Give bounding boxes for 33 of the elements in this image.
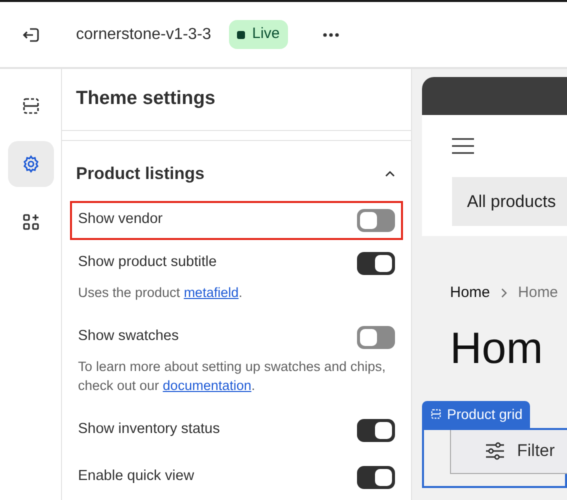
toggle-switch[interactable] <box>357 466 395 488</box>
setting-hint: Uses the product metafield. <box>78 284 244 302</box>
page-heading: Hom <box>450 322 544 374</box>
more-icon <box>322 32 340 38</box>
help-link[interactable]: documentation <box>162 378 252 392</box>
sections-icon <box>20 96 40 116</box>
setting-label: Show product subtitle <box>78 253 217 272</box>
setting-label: Show vendor <box>78 210 163 230</box>
live-badge: Live <box>229 20 288 49</box>
chevron-right-icon <box>500 288 508 298</box>
breadcrumb-link[interactable]: Home <box>518 282 558 304</box>
help-link[interactable]: metafield <box>184 284 239 300</box>
setting-label: Enable quick view <box>78 467 194 486</box>
menu-icon[interactable] <box>452 136 474 156</box>
filter-button[interactable]: Filter <box>450 430 567 474</box>
block-tag: Product grid <box>422 400 530 428</box>
toggle-switch[interactable] <box>357 326 395 348</box>
toggle-switch[interactable] <box>357 208 395 232</box>
setting-label: Show swatches <box>78 327 179 346</box>
panel-title: Theme settings <box>76 87 216 112</box>
setting-label: Show inventory status <box>78 420 220 440</box>
sidebar-tab[interactable] <box>8 141 54 187</box>
toggle-switch[interactable] <box>357 252 395 274</box>
settings-icon <box>20 154 40 174</box>
sliders-icon <box>485 441 505 461</box>
breadcrumb-link[interactable]: Home <box>450 282 490 304</box>
section-icon <box>430 408 442 420</box>
add-app-icon <box>20 212 40 232</box>
toggle-switch[interactable] <box>357 418 395 442</box>
collection-field[interactable]: All products <box>452 177 567 226</box>
section-header[interactable]: Product listings <box>62 141 411 200</box>
theme-name: cornerstone-v1-3-3 <box>76 24 212 44</box>
setting-hint: To learn more about setting up swatches and chips, check out our documentation. <box>78 358 387 394</box>
